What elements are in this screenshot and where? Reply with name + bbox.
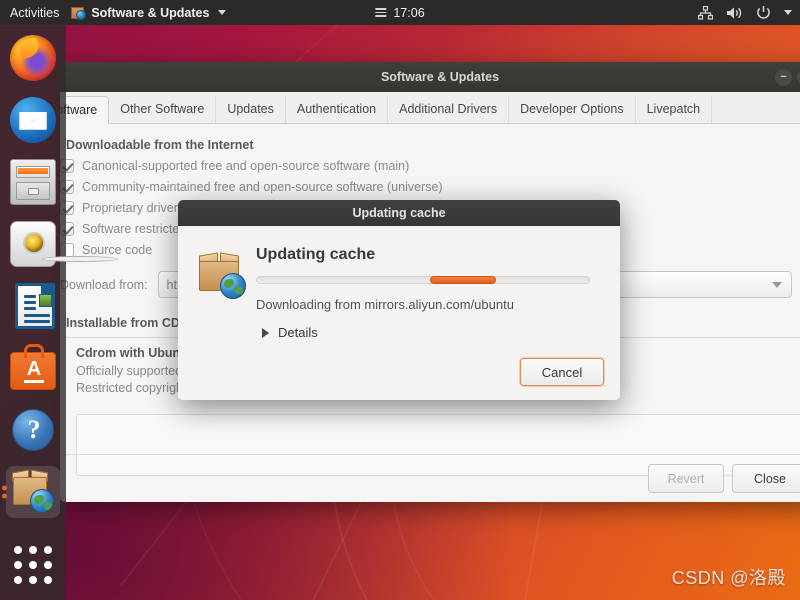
- app-menu-button[interactable]: Software & Updates: [71, 5, 227, 20]
- app-menu-label: Software & Updates: [91, 5, 210, 20]
- option-row-main[interactable]: Canonical-supported free and open-source…: [60, 159, 800, 173]
- close-button[interactable]: Close: [732, 464, 800, 493]
- dialog-main: Updating cache Downloading from mirrors.…: [256, 246, 604, 340]
- tab-ubuntu-software[interactable]: tu Software: [60, 96, 110, 124]
- firefox-icon: [10, 35, 56, 81]
- dock-item-ubuntu-software[interactable]: A: [0, 337, 66, 399]
- option-label-universe: Community-maintained free and open-sourc…: [82, 180, 443, 194]
- progress-bar-fill: [429, 276, 497, 284]
- clock-menu-button[interactable]: 17:06: [375, 5, 425, 20]
- show-applications-button[interactable]: [14, 546, 52, 584]
- chevron-down-icon: [772, 281, 782, 288]
- thunderbird-icon: [10, 97, 56, 143]
- clock-label: 17:06: [393, 5, 425, 20]
- power-icon[interactable]: [756, 5, 771, 20]
- package-globe-icon: [71, 6, 87, 20]
- dialog-heading: Updating cache: [256, 246, 376, 263]
- updating-cache-dialog: Updating cache Updating cache Downloadin…: [178, 200, 620, 400]
- dialog-titlebar[interactable]: Updating cache: [178, 200, 620, 226]
- help-icon: ?: [12, 409, 54, 451]
- details-disclosure[interactable]: Details: [262, 325, 604, 340]
- tab-bar: tu Software Other Software Updates Authe…: [60, 92, 800, 124]
- chevron-down-icon[interactable]: [784, 10, 792, 15]
- dock-item-help[interactable]: ?: [0, 399, 66, 461]
- desktop-screen: CSDN @洛殿 Activities Software & Updates 1…: [0, 0, 800, 600]
- ubuntu-software-icon: A: [10, 343, 56, 390]
- chevron-right-icon: [262, 327, 269, 338]
- launcher-dock: A ?: [0, 25, 118, 600]
- option-label-source-code: Source code: [82, 243, 153, 257]
- dock-item-firefox[interactable]: [0, 27, 66, 89]
- system-tray[interactable]: [698, 5, 792, 20]
- dock-item-rhythmbox[interactable]: [0, 213, 118, 275]
- option-row-universe[interactable]: Community-maintained free and open-sourc…: [60, 180, 800, 194]
- dock-item-software-updates[interactable]: [0, 461, 66, 523]
- tab-other-software[interactable]: Other Software: [109, 96, 217, 123]
- section-title-internet: Downloadable from the Internet: [66, 138, 254, 152]
- dock-item-files[interactable]: [0, 151, 66, 213]
- dock-items: A ?: [0, 25, 118, 523]
- window-controls: − □: [775, 68, 800, 86]
- tab-updates[interactable]: Updates: [216, 96, 286, 123]
- tab-developer-options[interactable]: Developer Options: [509, 96, 636, 123]
- files-icon: [10, 159, 56, 205]
- notifications-menu-icon: [375, 8, 387, 17]
- volume-icon[interactable]: [726, 6, 743, 20]
- dialog-title: Updating cache: [352, 206, 446, 220]
- window-footer: Revert Close: [60, 454, 800, 502]
- package-globe-icon: [10, 469, 56, 515]
- window-titlebar[interactable]: Software & Updates − □: [60, 62, 800, 92]
- running-indicator: [2, 485, 7, 499]
- dialog-status-text: Downloading from mirrors.aliyun.com/ubun…: [256, 297, 514, 312]
- minimize-button[interactable]: −: [775, 68, 792, 86]
- rhythmbox-icon: [10, 221, 118, 267]
- tab-additional-drivers[interactable]: Additional Drivers: [388, 96, 510, 123]
- progress-bar: [256, 276, 590, 284]
- package-globe-icon: [196, 252, 248, 300]
- tab-authentication[interactable]: Authentication: [286, 96, 389, 123]
- download-mirror-value: ht: [166, 277, 177, 292]
- chevron-down-icon: [218, 10, 227, 15]
- tab-livepatch[interactable]: Livepatch: [636, 96, 713, 123]
- network-wired-icon[interactable]: [698, 5, 713, 20]
- dock-item-libreoffice[interactable]: [0, 275, 66, 337]
- dock-item-thunderbird[interactable]: [0, 89, 66, 151]
- dialog-body: Updating cache Downloading from mirrors.…: [178, 226, 620, 400]
- option-label-main: Canonical-supported free and open-source…: [82, 159, 410, 173]
- revert-button[interactable]: Revert: [648, 464, 724, 493]
- libreoffice-writer-icon: [14, 283, 55, 329]
- window-title: Software & Updates: [380, 70, 500, 84]
- cancel-button[interactable]: Cancel: [520, 358, 604, 386]
- details-label: Details: [278, 325, 318, 340]
- watermark: CSDN @洛殿: [671, 568, 786, 588]
- top-panel: Activities Software & Updates 17:06: [0, 0, 800, 25]
- activities-button[interactable]: Activities: [0, 6, 71, 20]
- download-from-label: Download from:: [60, 277, 148, 292]
